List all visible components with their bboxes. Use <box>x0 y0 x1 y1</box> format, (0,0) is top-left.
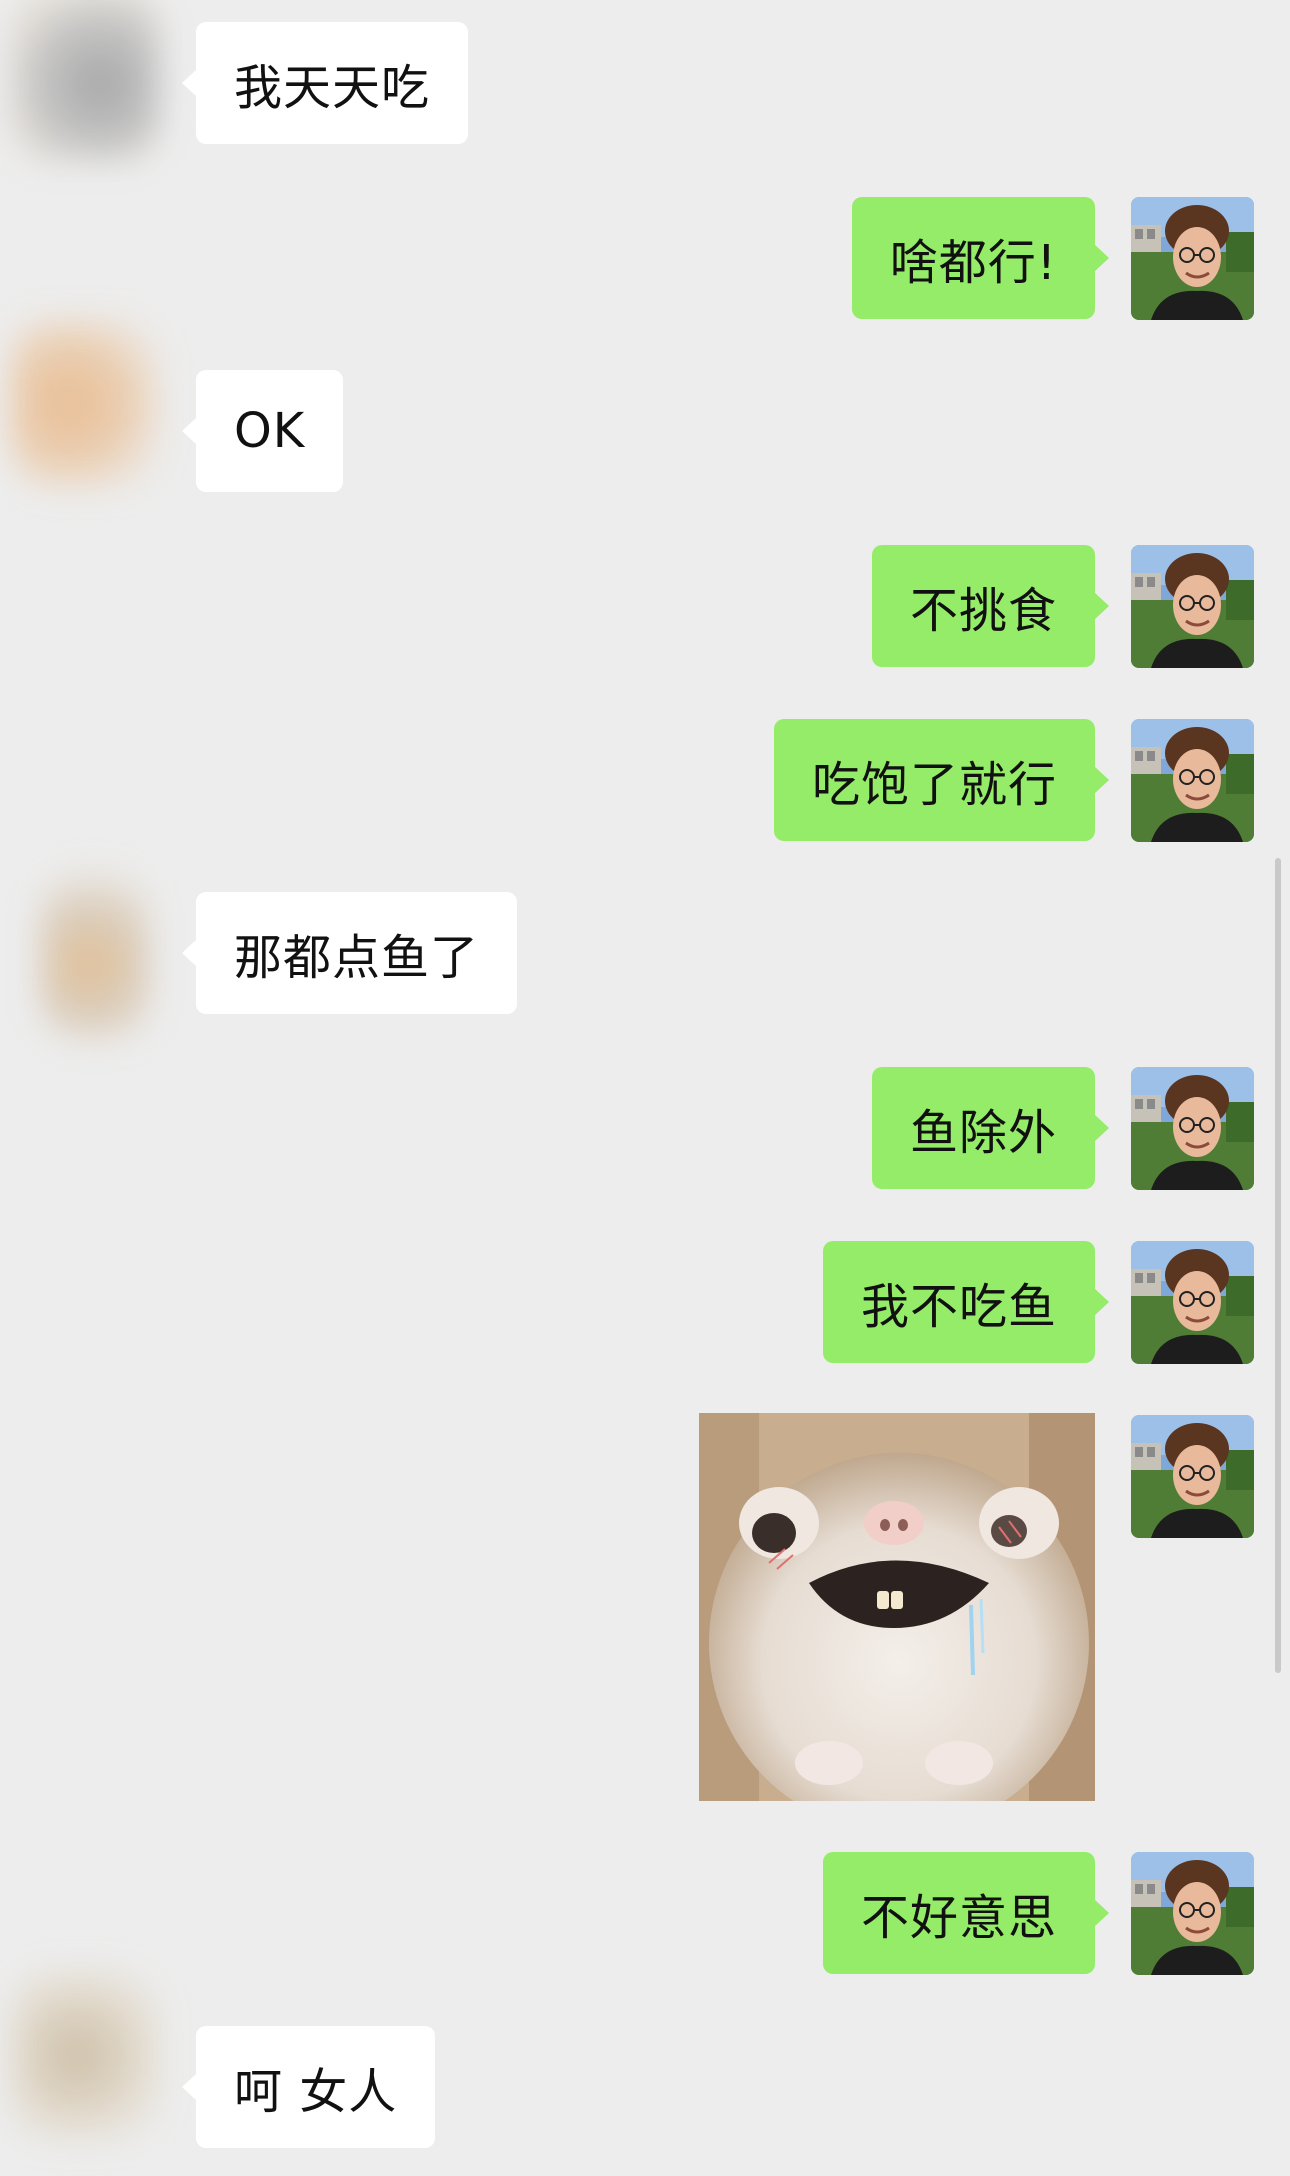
chat-message-list[interactable]: 我天天吃 啥都行! OK 不挑食 吃饱了就行 那都点鱼了 鱼除外 我不吃鱼 不好… <box>0 0 1290 2176</box>
avatar-image <box>1131 1241 1254 1364</box>
message-bubble-incoming[interactable]: 那都点鱼了 <box>181 892 518 1014</box>
message-bubble-outgoing[interactable]: 不好意思 <box>822 1852 1110 1974</box>
message-bubble-incoming[interactable]: OK <box>181 370 344 492</box>
message-bubble-incoming[interactable]: 呵 女人 <box>181 2026 436 2148</box>
message-bubble-outgoing[interactable]: 吃饱了就行 <box>773 719 1110 841</box>
avatar-image <box>1131 719 1254 842</box>
scrollbar[interactable] <box>1275 858 1281 1673</box>
contact-avatar[interactable] <box>10 318 160 488</box>
my-avatar[interactable] <box>1131 719 1254 842</box>
avatar-image <box>1131 197 1254 320</box>
avatar-image <box>1131 1415 1254 1538</box>
my-avatar[interactable] <box>1131 1415 1254 1538</box>
hamster-sticker-icon <box>699 1413 1095 1801</box>
message-bubble-outgoing[interactable]: 我不吃鱼 <box>822 1241 1110 1363</box>
contact-avatar[interactable] <box>10 0 160 160</box>
my-avatar[interactable] <box>1131 1241 1254 1364</box>
avatar-image <box>1131 545 1254 668</box>
my-avatar[interactable] <box>1131 1852 1254 1975</box>
hamster-sticker-image[interactable] <box>699 1413 1095 1801</box>
my-avatar[interactable] <box>1131 1067 1254 1190</box>
avatar-image <box>1131 1852 1254 1975</box>
message-bubble-outgoing[interactable]: 啥都行! <box>851 197 1110 319</box>
message-bubble-outgoing[interactable]: 鱼除外 <box>871 1067 1110 1189</box>
my-avatar[interactable] <box>1131 545 1254 668</box>
contact-avatar[interactable] <box>10 1970 160 2140</box>
contact-avatar[interactable] <box>40 870 150 1040</box>
avatar-image <box>1131 1067 1254 1190</box>
message-bubble-incoming[interactable]: 我天天吃 <box>181 22 469 144</box>
my-avatar[interactable] <box>1131 197 1254 320</box>
message-bubble-outgoing[interactable]: 不挑食 <box>871 545 1110 667</box>
